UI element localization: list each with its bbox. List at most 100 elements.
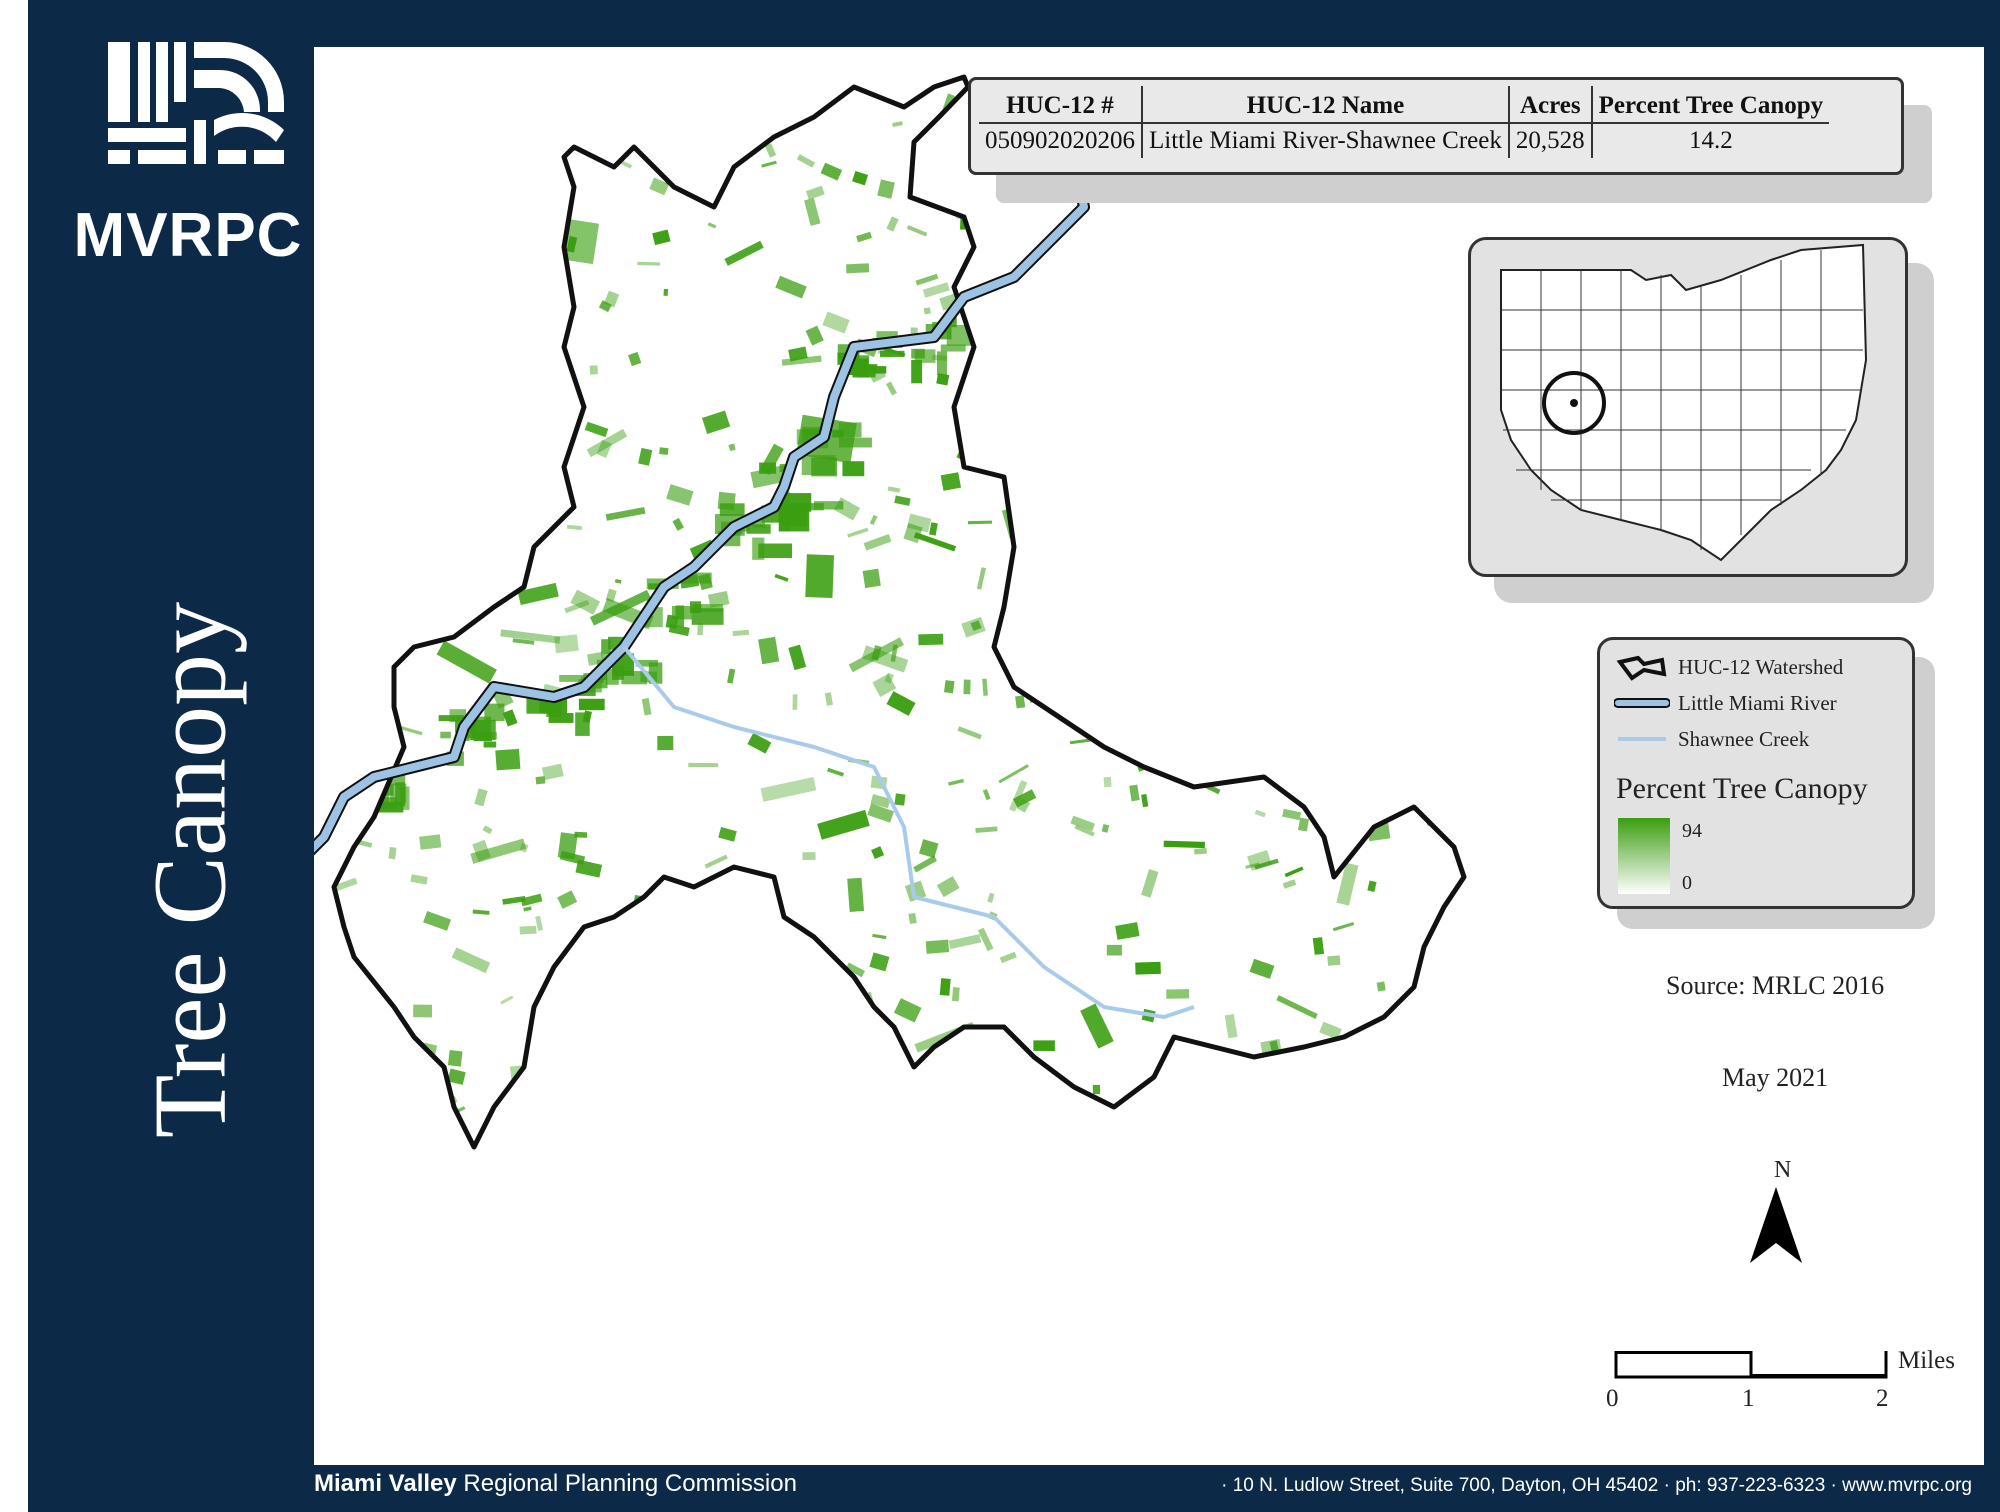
canopy-patch: [873, 77, 889, 81]
canopy-patch: [1163, 840, 1205, 849]
canopy-patch: [1033, 630, 1057, 650]
canopy-patch: [1210, 643, 1223, 658]
canopy-patch: [502, 709, 518, 727]
canopy-patch: [801, 455, 836, 476]
canopy-patch: [1367, 880, 1377, 893]
canopy-patch: [1022, 481, 1035, 494]
canopy-patch: [1413, 697, 1440, 716]
canopy-patch: [914, 349, 936, 363]
canopy-patch: [433, 296, 485, 317]
canopy-patch: [975, 826, 998, 833]
scale-tick-2: 2: [1876, 1385, 1889, 1412]
canopy-patch: [998, 1123, 1015, 1147]
canopy-patch: [342, 77, 352, 91]
canopy-patch: [517, 104, 531, 118]
canopy-patch: [857, 355, 870, 378]
footer-org-bold: Miami Valley: [314, 1470, 457, 1497]
canopy-patch: [1134, 645, 1142, 662]
canopy-patch: [987, 892, 995, 903]
canopy-patch: [512, 535, 531, 550]
canopy-patch: [500, 995, 514, 1005]
canopy-patch: [982, 789, 991, 801]
canopy-patch: [1017, 492, 1039, 506]
canopy-patch: [1432, 347, 1455, 361]
canopy-patch: [404, 241, 412, 250]
canopy-patch: [802, 852, 816, 860]
canopy-patch: [367, 112, 394, 132]
canopy-patch: [1410, 720, 1431, 725]
canopy-patch: [483, 741, 497, 748]
canopy-patch: [614, 579, 622, 584]
canopy-patch: [344, 265, 362, 278]
canopy-patch: [334, 997, 356, 1021]
canopy-patch: [357, 1024, 365, 1031]
canopy-patch: [1202, 483, 1213, 497]
canopy-patch: [1038, 322, 1069, 360]
canopy-patch: [928, 1146, 944, 1147]
canopy-patch: [1101, 823, 1110, 833]
canopy-patch: [1389, 479, 1407, 495]
canopy-patch: [963, 679, 971, 695]
canopy-patch: [1456, 737, 1464, 746]
canopy-patch: [509, 77, 534, 88]
canopy-patch: [1146, 533, 1158, 539]
canopy-patch: [456, 367, 469, 382]
canopy-patch: [557, 890, 578, 909]
canopy-patch: [1162, 598, 1194, 628]
canopy-patch: [1279, 714, 1286, 721]
canopy-patch: [737, 1083, 766, 1103]
canopy-patch: [704, 854, 728, 869]
canopy-patch: [741, 99, 757, 116]
creek-line-icon: [1614, 724, 1670, 754]
canopy-patch: [451, 304, 463, 323]
canopy-patch: [728, 443, 736, 452]
canopy-patch: [796, 154, 816, 168]
canopy-patch: [443, 603, 461, 620]
canopy-patch: [869, 952, 890, 972]
canopy-patch: [708, 1047, 725, 1068]
footer-org-rest: Regional Planning Commission: [456, 1470, 797, 1497]
canopy-patch: [1211, 389, 1230, 397]
canopy-patch: [589, 365, 598, 375]
canopy-patch: [923, 307, 931, 315]
legend-label-creek: Shawnee Creek: [1678, 726, 1810, 751]
huc-acres: 20,528: [1507, 123, 1592, 158]
canopy-patch: [827, 767, 845, 777]
canopy-patch: [1436, 401, 1448, 415]
canopy-patch: [534, 376, 561, 395]
canopy-patch: [396, 212, 420, 221]
canopy-patch: [718, 827, 737, 842]
canopy-patch: [334, 1004, 383, 1039]
canopy-patch: [1189, 204, 1199, 211]
canopy-patch: [1151, 619, 1176, 634]
canopy-patch: [534, 395, 543, 406]
canopy-patch: [943, 680, 955, 694]
canopy-patch: [1017, 651, 1040, 669]
canopy-patch: [774, 1011, 800, 1056]
legend-item-watershed: HUC-12 Watershed: [1614, 652, 1843, 682]
canopy-patch: [484, 703, 505, 722]
canopy-patch: [1141, 793, 1149, 808]
canopy-patch: [1429, 546, 1458, 566]
canopy-patch: [1246, 690, 1272, 708]
huc-number: 050902020206: [985, 127, 1135, 154]
canopy-patch: [942, 166, 954, 184]
river-line-icon: [1613, 688, 1671, 718]
canopy-patch: [376, 679, 389, 691]
huc-info-table: HUC-12 # HUC-12 Name Acres Percent Tree …: [968, 77, 1904, 175]
canopy-patch: [364, 652, 377, 668]
canopy-patch: [682, 98, 697, 109]
canopy-patch: [732, 629, 750, 637]
canopy-patch: [999, 951, 1017, 964]
scale-bar-graphic: [1614, 1351, 1888, 1379]
canopy-patch: [1300, 696, 1316, 706]
canopy-patch: [686, 128, 707, 142]
canopy-patch: [1230, 355, 1252, 371]
canopy-patch: [442, 554, 493, 566]
canopy-patch: [389, 342, 406, 355]
canopy-patch: [495, 748, 521, 771]
canopy-patch: [1148, 752, 1160, 761]
canopy-patch: [1396, 1108, 1411, 1128]
canopy-patch: [1160, 672, 1171, 679]
canopy-patch: [951, 987, 960, 1002]
